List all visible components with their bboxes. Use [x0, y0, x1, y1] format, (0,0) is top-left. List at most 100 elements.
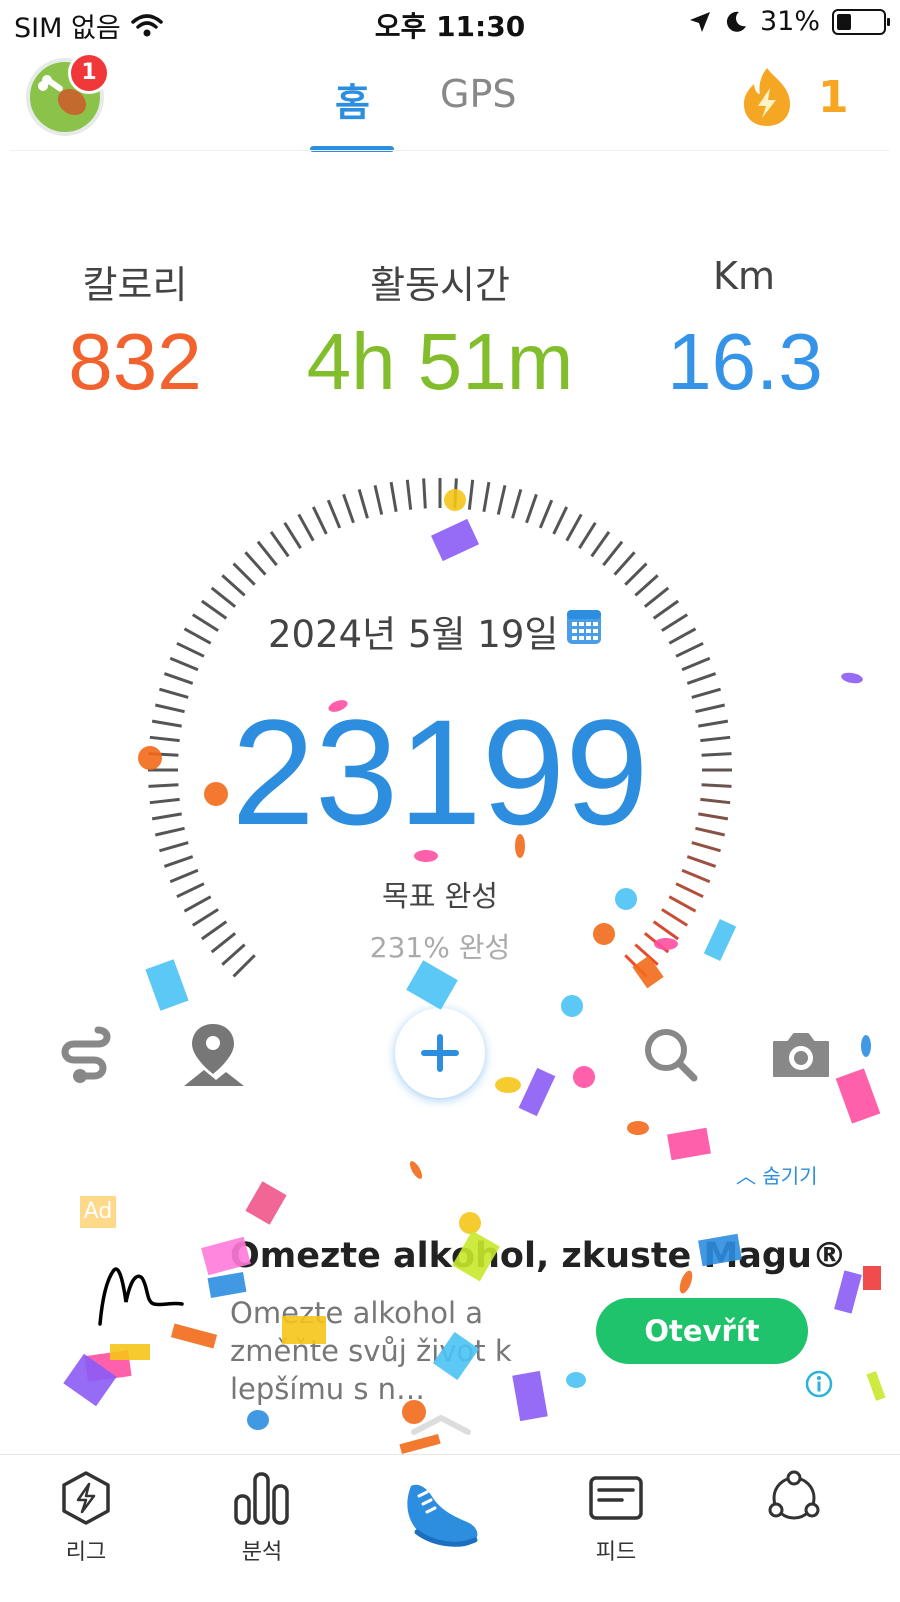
- dial-tick: [686, 855, 717, 868]
- dial-tick: [232, 562, 256, 586]
- calories-value: 832: [68, 317, 202, 406]
- confetti-piece: [518, 1067, 556, 1117]
- dial-tick: [695, 826, 726, 837]
- dial-tick: [191, 613, 219, 632]
- dial-tick: [158, 841, 189, 853]
- battery-percent: 31%: [759, 6, 820, 37]
- tab-gps[interactable]: GPS: [440, 72, 516, 116]
- tab-home[interactable]: 홈: [335, 72, 370, 127]
- nav-walk[interactable]: [392, 1476, 492, 1556]
- dial-tick: [151, 719, 182, 728]
- active-time-label: 활동시간: [370, 263, 510, 307]
- search-icon[interactable]: [636, 1020, 706, 1090]
- moon-icon: [726, 11, 746, 32]
- dial-tick: [453, 478, 458, 509]
- dial-tick: [698, 812, 729, 821]
- confetti-piece: [841, 672, 863, 684]
- dial-tick: [552, 506, 569, 535]
- dial-tick: [232, 954, 256, 978]
- dial-tick: [210, 932, 237, 954]
- confetti-piece: [495, 1077, 521, 1093]
- info-icon[interactable]: [805, 1370, 833, 1398]
- confetti-piece: [667, 1127, 711, 1161]
- dial-tick: [191, 908, 219, 927]
- dial-tick: [668, 895, 697, 913]
- location-arrow-icon: [689, 11, 710, 32]
- battery-icon: [832, 8, 890, 35]
- confetti-piece: [863, 1266, 881, 1290]
- dial-tick: [422, 478, 427, 509]
- dial-tick: [538, 499, 554, 529]
- confetti-piece: [245, 1181, 287, 1225]
- dial-tick: [158, 687, 189, 699]
- ad-open-button[interactable]: Otevřít: [596, 1298, 808, 1364]
- flame-bolt-icon[interactable]: [738, 66, 796, 128]
- dial-tick: [602, 540, 624, 567]
- dial-tick: [675, 882, 704, 899]
- dial-tick: [700, 797, 731, 805]
- map-pin-icon[interactable]: [180, 1020, 250, 1090]
- goal-percent: 231% 완성: [369, 931, 511, 964]
- nav-analysis[interactable]: 분석: [212, 1470, 312, 1566]
- status-bar: SIM 없음 오후 11:30 31%: [0, 0, 900, 44]
- ad-body[interactable]: Omezte alkohol a změňte svůj život k lep…: [230, 1294, 590, 1408]
- dial-tick: [342, 493, 355, 524]
- status-right: 31%: [688, 6, 890, 37]
- dial-tick: [169, 656, 199, 672]
- dial-tick: [183, 895, 212, 913]
- league-icon: [62, 1471, 110, 1525]
- dial-tick: [652, 599, 680, 620]
- chevron-up-icon: ︿: [736, 1164, 756, 1188]
- date-label: 2024년 5월 19일: [268, 613, 559, 656]
- nav-feed-label: 피드: [595, 1540, 637, 1565]
- dial-tick: [700, 735, 731, 743]
- dial-tick: [148, 752, 179, 757]
- camera-icon[interactable]: [766, 1020, 836, 1090]
- dial-tick: [149, 735, 180, 743]
- active-tab-indicator: [310, 146, 394, 152]
- ad-title[interactable]: Omezte alkohol, zkuste Magu®: [230, 1236, 847, 1276]
- plus-icon: [421, 1034, 459, 1072]
- dial-tick: [590, 530, 611, 558]
- hide-ad-label: 숨기기: [762, 1164, 818, 1188]
- dial-tick: [634, 943, 659, 966]
- add-button[interactable]: [395, 1008, 485, 1098]
- dial-tick: [326, 499, 342, 529]
- dial-tick: [256, 540, 278, 567]
- collapse-chevron-icon[interactable]: [410, 1412, 472, 1436]
- dial-tick: [482, 481, 491, 512]
- step-count: 23199: [231, 688, 649, 856]
- dial-tick: [176, 882, 205, 899]
- confetti-piece: [399, 1433, 441, 1455]
- active-time-value: 4h 51m: [306, 317, 574, 406]
- nav-group[interactable]: [744, 1470, 844, 1530]
- calendar-icon[interactable]: [566, 606, 602, 646]
- dial-tick: [643, 932, 670, 954]
- dial-tick: [701, 752, 732, 757]
- goal-status: 목표 완성: [382, 879, 498, 913]
- dial-tick: [661, 613, 689, 632]
- dial-tick: [210, 586, 237, 608]
- hide-ad-link[interactable]: ︿ 숨기기: [736, 1160, 818, 1189]
- confetti-piece: [627, 1121, 649, 1135]
- route-icon[interactable]: [50, 1020, 120, 1090]
- nav-feed[interactable]: 피드: [566, 1470, 666, 1566]
- nav-league[interactable]: 리그: [36, 1470, 136, 1566]
- dial-tick: [148, 783, 179, 788]
- dial-tick: [613, 551, 636, 576]
- dial-tick: [269, 530, 290, 558]
- dial-tick: [163, 672, 194, 685]
- dial-tick: [221, 574, 246, 597]
- dial-tick: [578, 521, 597, 549]
- calories-label: 칼로리: [82, 263, 188, 307]
- advertiser-logo: [98, 1267, 184, 1326]
- dial-tick: [389, 481, 398, 512]
- ad-tag: Ad: [80, 1196, 116, 1228]
- dial-tick: [525, 493, 538, 524]
- dial-tick: [297, 513, 315, 542]
- confetti-piece: [409, 1161, 423, 1179]
- dial-tick: [624, 562, 648, 586]
- dial-tick: [176, 641, 205, 658]
- header-divider: [10, 150, 890, 151]
- dial-tick: [681, 868, 711, 884]
